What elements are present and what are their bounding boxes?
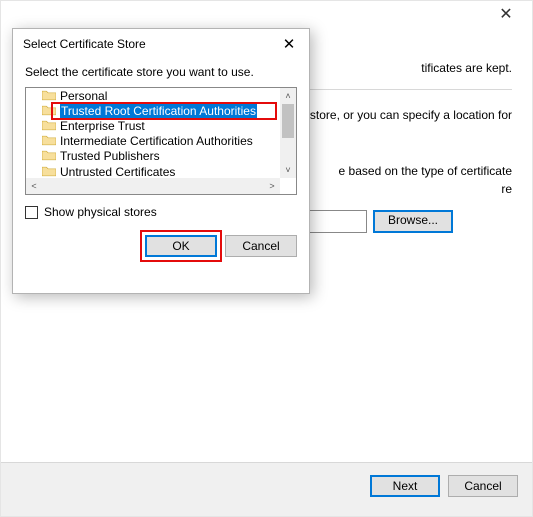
browse-button[interactable]: Browse... <box>373 210 453 233</box>
wizard-footer: Next Cancel <box>1 462 532 516</box>
dialog-button-row: OK Cancel <box>13 219 309 257</box>
folder-icon <box>42 166 56 177</box>
tree-item[interactable]: Trusted Publishers <box>26 148 280 163</box>
scroll-thumb[interactable] <box>282 104 294 138</box>
tree-item[interactable]: Untrusted Certificates <box>26 164 280 178</box>
dialog-title: Select Certificate Store <box>23 37 146 51</box>
dialog-close-button[interactable]: ✕ <box>275 35 303 53</box>
show-physical-stores-label: Show physical stores <box>44 205 157 219</box>
folder-icon <box>42 105 56 116</box>
show-physical-stores-row: Show physical stores <box>25 205 297 219</box>
tree-item[interactable]: Personal <box>26 88 280 103</box>
wizard-titlebar: ✕ <box>1 1 532 31</box>
folder-icon <box>42 90 56 101</box>
tree-item-label: Untrusted Certificates <box>60 165 175 179</box>
vertical-scrollbar[interactable]: ˄ ˅ <box>280 88 296 178</box>
tree-item-label: Intermediate Certification Authorities <box>60 134 253 148</box>
tree-item-label: Enterprise Trust <box>60 119 145 133</box>
horizontal-scrollbar[interactable]: ˂ ˃ <box>26 178 280 194</box>
next-button[interactable]: Next <box>370 475 440 497</box>
tree-item[interactable]: Enterprise Trust <box>26 118 280 133</box>
folder-icon <box>42 150 56 161</box>
select-certificate-store-dialog: Select Certificate Store ✕ Select the ce… <box>12 28 310 294</box>
tree-item[interactable]: Intermediate Certification Authorities <box>26 133 280 148</box>
dialog-titlebar: Select Certificate Store ✕ <box>13 29 309 59</box>
wizard-cancel-button[interactable]: Cancel <box>448 475 518 497</box>
tree-item[interactable]: Trusted Root Certification Authorities <box>26 103 280 118</box>
dialog-cancel-button[interactable]: Cancel <box>225 235 297 257</box>
certificate-store-tree: PersonalTrusted Root Certification Autho… <box>25 87 297 195</box>
scroll-left-icon[interactable]: ˂ <box>26 178 42 194</box>
folder-icon <box>42 135 56 146</box>
tree-item-label: Personal <box>60 89 107 103</box>
folder-icon <box>42 120 56 131</box>
wizard-close-button[interactable]: ✕ <box>486 3 526 27</box>
show-physical-stores-checkbox[interactable] <box>25 206 38 219</box>
scroll-right-icon[interactable]: ˃ <box>264 178 280 194</box>
scroll-down-icon[interactable]: ˅ <box>280 162 296 178</box>
tree-item-label: Trusted Publishers <box>60 149 160 163</box>
scroll-up-icon[interactable]: ˄ <box>280 88 296 104</box>
dialog-instruction: Select the certificate store you want to… <box>13 59 309 87</box>
ok-button[interactable]: OK <box>145 235 217 257</box>
tree-item-label: Trusted Root Certification Authorities <box>60 104 257 118</box>
tree-viewport[interactable]: PersonalTrusted Root Certification Autho… <box>26 88 280 178</box>
